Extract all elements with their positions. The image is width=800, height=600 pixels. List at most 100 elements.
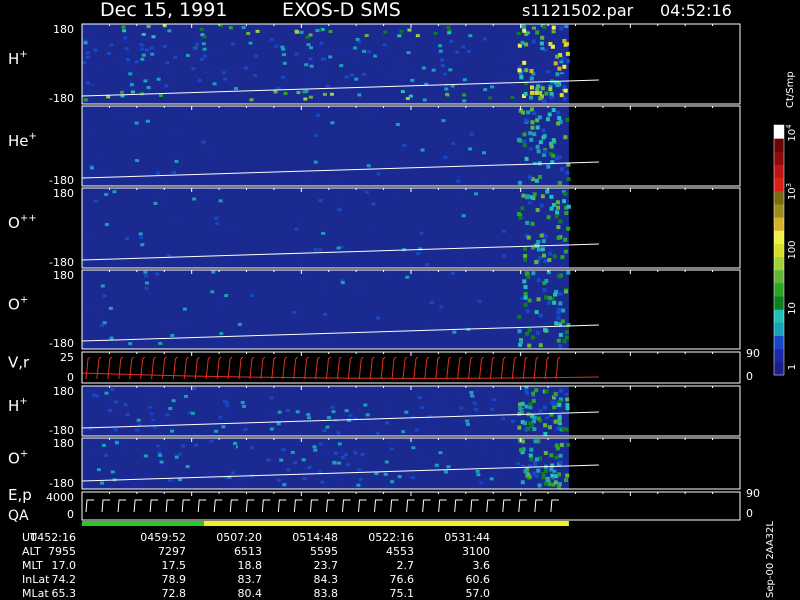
panel-burst-cell [547,112,552,117]
colorbar-step [774,138,784,152]
panel-burst-cell [523,292,528,297]
panel-burst-cell [556,315,561,320]
panel-burst-cell [517,137,522,142]
panel-cell [508,59,513,63]
panel-cell [353,451,358,455]
panel-burst-cell [557,482,562,487]
panel-burst-cell [538,140,543,145]
panel-burst-cell [535,207,540,212]
velocity-spike [293,356,299,380]
panel-cell [482,179,487,183]
panel-burst-cell [534,260,539,265]
panel-cell [490,85,495,89]
panel-rtop: 90 [746,487,760,500]
panel-cell [450,50,455,54]
panel-cell [98,311,103,315]
panel-6: O+ 180 -180 [8,437,741,490]
panel-cell [357,46,362,50]
panel-cell [113,428,118,432]
velocity-spike [522,356,528,380]
panel-cell [559,60,564,64]
panel-burst-cell [558,460,563,465]
panel-burst-cell [517,180,522,185]
panel-burst-cell [530,335,535,340]
figure-date: Dec 15, 1991 [100,0,227,21]
panel-cell [366,111,371,115]
panel-cell [498,390,503,394]
panel-cell [358,477,363,481]
panel-cell [85,55,90,59]
qa-bar-warn [203,521,569,526]
panel-burst-cell [536,278,541,283]
panel-cell [348,414,353,418]
panel-burst-cell [545,478,550,483]
panel-cell [510,96,515,100]
panel-burst-cell [551,108,556,113]
panel-cell [99,154,104,158]
velocity-spike [413,356,419,380]
panel-cell [269,37,274,41]
panel-cell [336,431,341,435]
panel-cell [165,61,170,65]
panel-label-sup: + [19,396,27,407]
panel-cell [158,341,163,345]
panel-burst-cell [562,64,567,69]
panel-cell [325,341,330,345]
panel-cell [109,336,114,340]
panel-burst-cell [555,54,560,59]
energy-step [85,499,94,513]
velocity-spike [457,356,462,380]
ephemeris-label: ALT [22,545,41,558]
velocity-spike [435,356,441,380]
ephemeris-value: 3.6 [473,559,491,572]
panel-burst-cell [526,110,531,115]
panel-burst-cell [562,84,567,89]
colorbar-step [774,335,784,350]
panel-cell [129,79,134,83]
panel-burst-cell [536,297,541,302]
panel-rbot: 0 [746,370,753,383]
panel-cell [93,169,98,173]
panel-cell [337,208,342,212]
panel-cell [295,410,300,414]
ephemeris-value: 84.3 [314,573,339,586]
panel-burst-cell [560,426,565,431]
panel-cell [403,77,408,81]
colorbar-unit: Ct/Smp [785,71,796,108]
panel-burst-cell [538,90,543,95]
panel-burst-cell [548,251,553,256]
panel-cell [339,64,344,68]
panel-burst-cell [528,421,533,426]
panel-1: He+ -180 [8,105,741,187]
panel-cell [166,75,171,79]
panel-burst-cell [558,219,563,224]
panel-burst-cell [564,211,569,216]
panel-cell [439,305,444,309]
panel-burst-cell [528,453,533,458]
panel-cell [400,90,405,94]
panel-cell [337,477,342,481]
panel-burst-cell [543,259,548,264]
panel-2: O++ 180 -180 [8,187,741,269]
panel-label: O+ [8,449,28,468]
panel-cell [115,444,120,448]
panel-burst-cell [516,211,521,216]
panel-cell [183,394,188,398]
panel-cell [281,75,286,79]
panel-cell [124,236,129,240]
panel-burst-cell [522,25,527,30]
energy-step [438,499,447,513]
panel-cell [165,323,170,327]
panel-cell [538,409,543,413]
panel-cell [446,465,451,469]
panel-field [82,106,569,186]
colorbar-step [774,190,784,205]
panel-ybot: -180 [49,337,74,350]
panel-burst-cell [522,143,527,148]
panel-cell [330,121,335,125]
panel-cell [443,155,448,159]
panel-cell [220,340,225,344]
panel-cell [440,58,445,62]
panel-cell [384,460,389,464]
panel-cell [83,71,88,75]
